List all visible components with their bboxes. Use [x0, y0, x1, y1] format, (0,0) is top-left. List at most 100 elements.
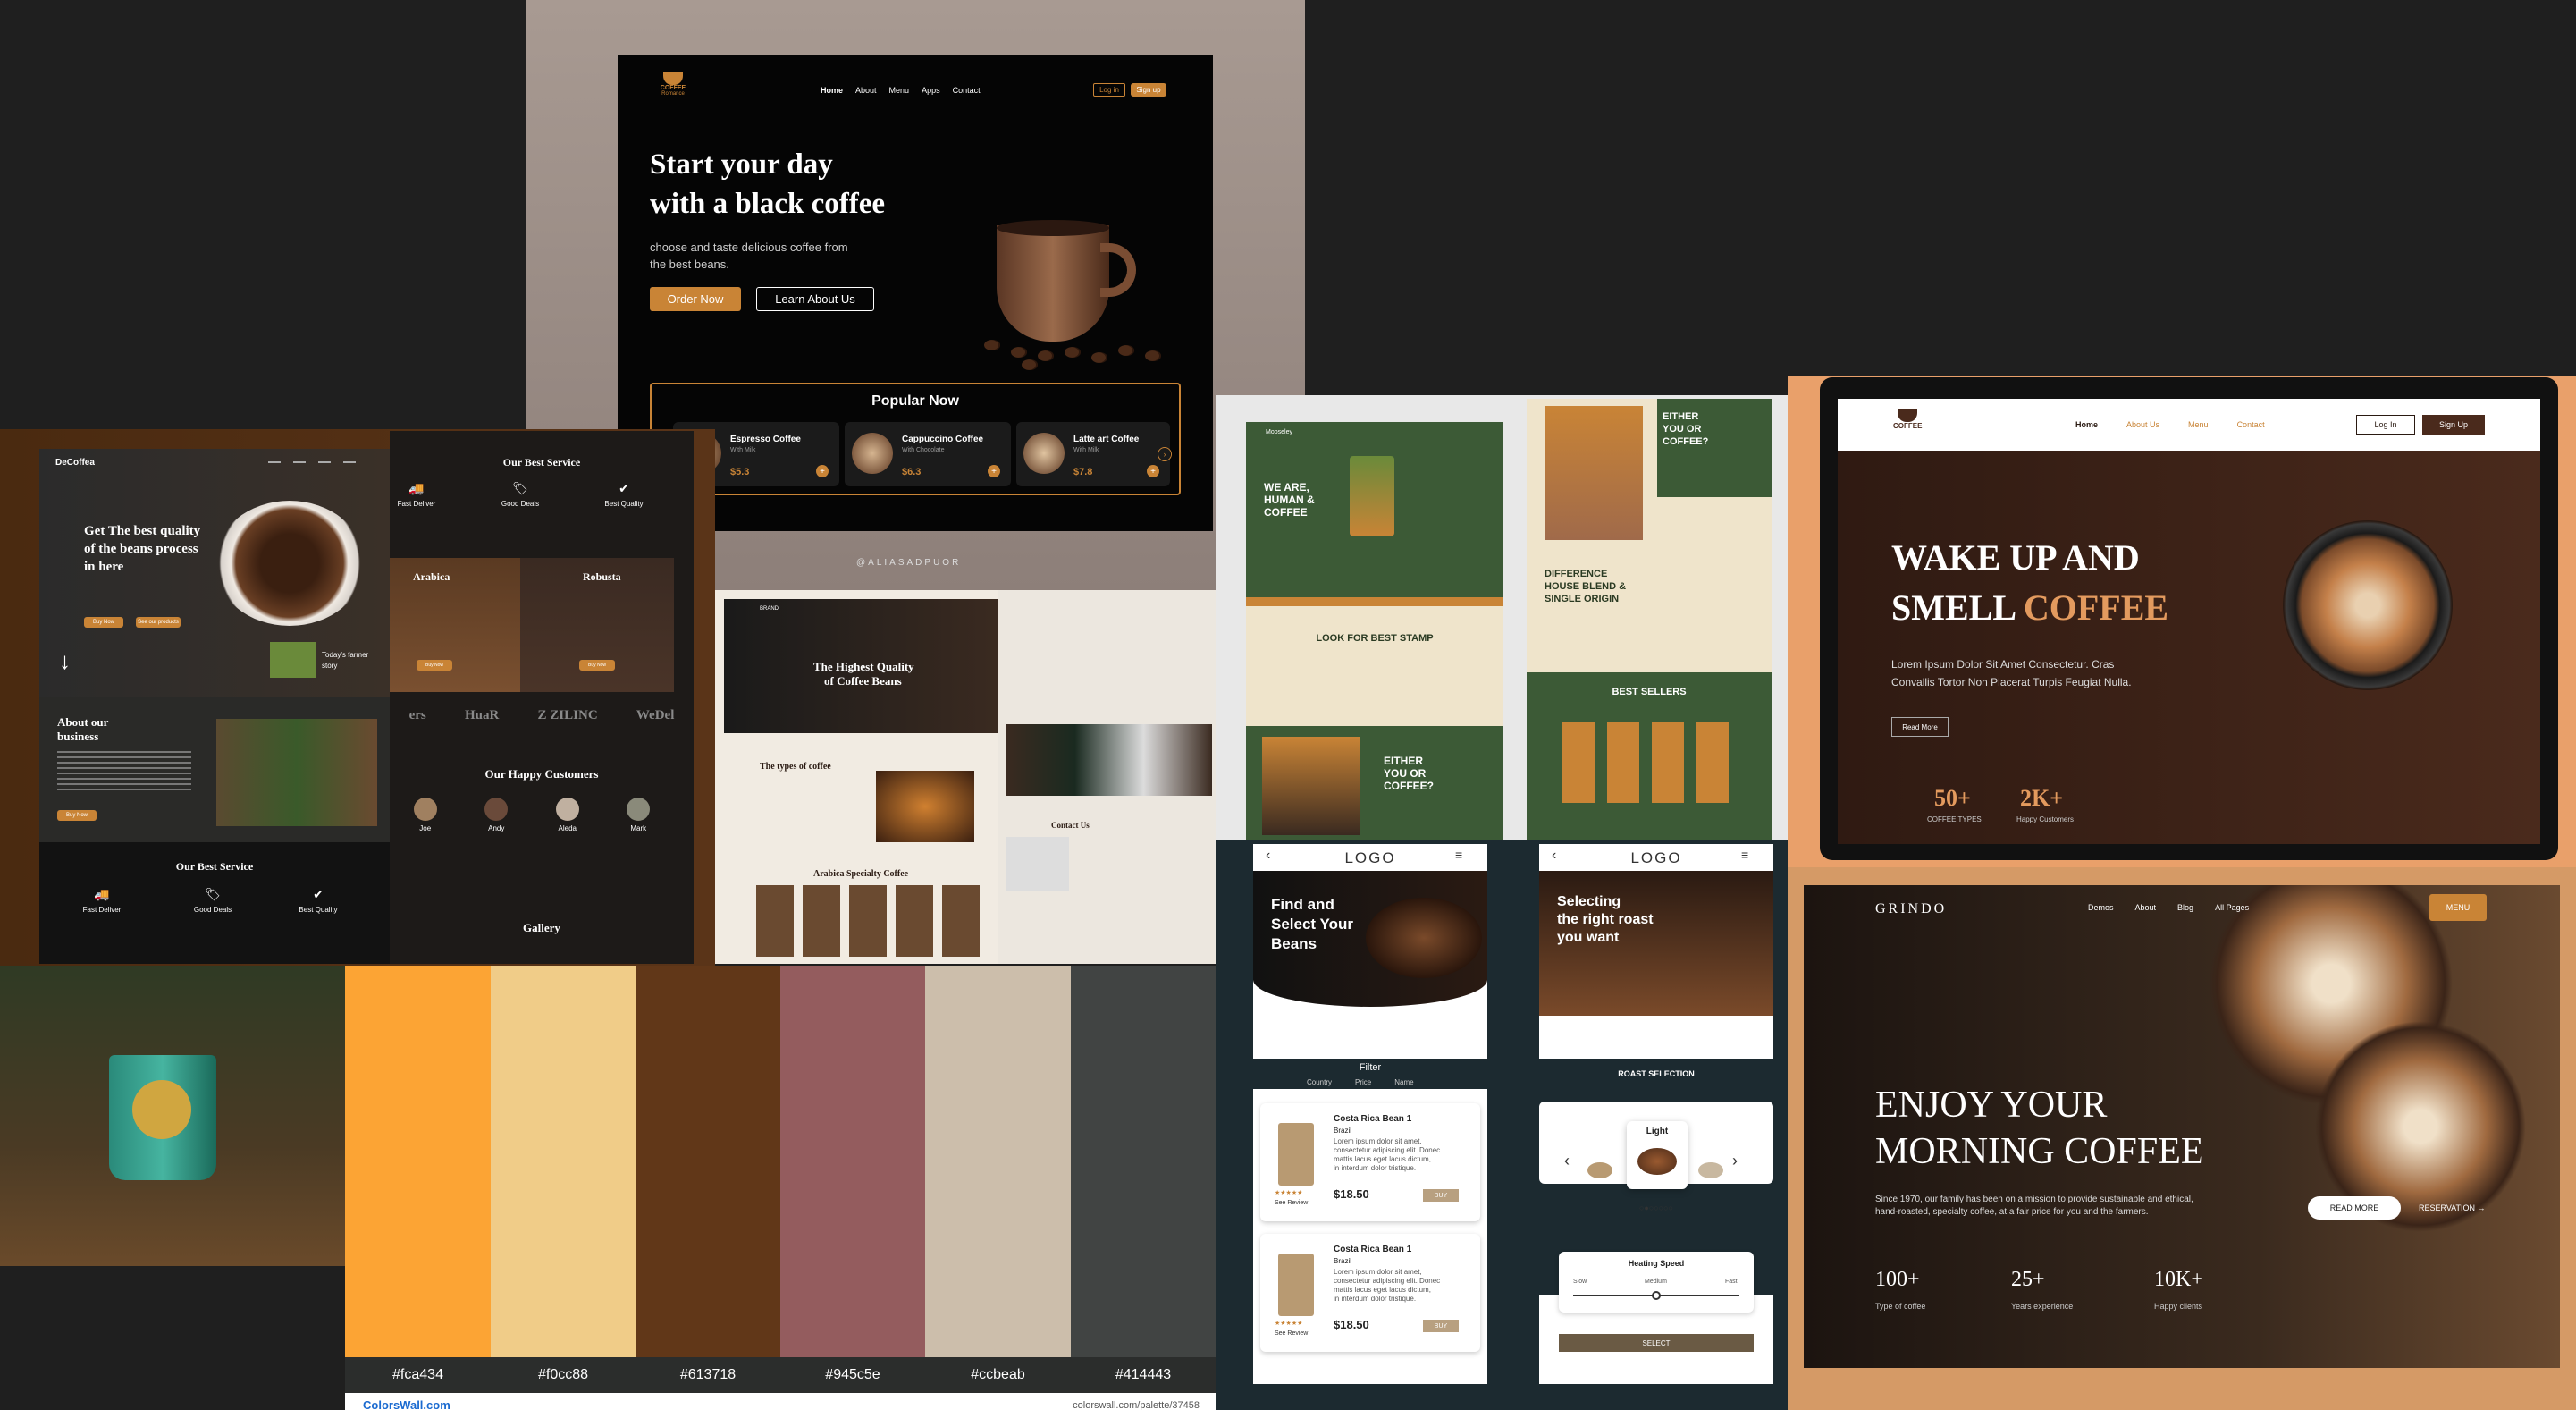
down-arrow-icon[interactable]: ↓	[59, 647, 71, 675]
farmer-story-2: story	[322, 662, 338, 670]
product-name: Costa Rica Bean 1	[1334, 1245, 1412, 1254]
select-button[interactable]: SELECT	[1559, 1334, 1754, 1352]
read-more-button[interactable]: Read More	[1891, 717, 1949, 737]
variety-robusta[interactable]: Robusta Buy Now	[520, 558, 674, 692]
signup-button[interactable]: Sign Up	[2422, 415, 2485, 435]
see-review-link[interactable]: See Review	[1275, 1200, 1308, 1206]
green-brand[interactable]: Mooseley	[1266, 429, 1292, 435]
swatch[interactable]	[925, 966, 1071, 1357]
roast-option-selected[interactable]: Light	[1627, 1121, 1688, 1189]
wakeup-nav: Home About Us Menu Contact	[2075, 420, 2265, 429]
product-desc: in interdum dolor tristique.	[1334, 1295, 1417, 1303]
see-products-button[interactable]: See our products	[136, 617, 181, 628]
nav-about[interactable]: About	[855, 86, 877, 95]
nav-apps[interactable]: Apps	[922, 86, 940, 95]
nav-all-pages[interactable]: All Pages	[2215, 903, 2249, 912]
slider-handle[interactable]	[1652, 1291, 1661, 1300]
decoffea-hero-2: of the beans process	[84, 542, 198, 556]
add-icon[interactable]: +	[988, 465, 1000, 477]
swatch[interactable]	[345, 966, 491, 1357]
headline-accent: COFFEE	[2023, 587, 2169, 628]
roast-option[interactable]	[1698, 1162, 1723, 1178]
nav-blog[interactable]: Blog	[2177, 903, 2193, 912]
menu-icon[interactable]: ≡	[1455, 848, 1462, 862]
product-card[interactable]: Costa Rica Bean 1 Brazil Lorem ipsum dol…	[1260, 1234, 1480, 1352]
filter-price[interactable]: Price	[1355, 1078, 1371, 1086]
nav-home[interactable]: Home	[2075, 420, 2098, 429]
palette-url[interactable]: colorswall.com/palette/37458	[1073, 1400, 1200, 1410]
grindo-brand[interactable]: GRINDO	[1875, 901, 1947, 917]
romance-logo[interactable]: COFFEE Romance	[655, 66, 691, 102]
hero-2: the right roast	[1557, 912, 1654, 927]
bag-image	[1278, 1123, 1314, 1186]
menu-icon[interactable]: ≡	[1741, 848, 1748, 862]
farmer-story-1: Today's farmer	[322, 651, 369, 659]
either-2: YOU OR	[1663, 424, 1702, 435]
menu-button[interactable]: MENU	[2429, 894, 2487, 921]
green-hero-3: COFFEE	[1264, 506, 1308, 519]
buy-button[interactable]: BUY	[1423, 1320, 1459, 1332]
variety-label: Arabica	[413, 570, 450, 583]
either-b-2: YOU OR	[1384, 767, 1427, 780]
swatch[interactable]	[491, 966, 636, 1357]
next-arrow-icon[interactable]: ›	[1158, 447, 1172, 461]
check-icon: ✔	[313, 887, 324, 901]
roast-option[interactable]	[1587, 1162, 1612, 1178]
product-card[interactable]: Costa Rica Bean 1 Brazil Lorem ipsum dol…	[1260, 1103, 1480, 1221]
nav-about[interactable]: About	[2135, 903, 2157, 912]
customer-card: Joe	[413, 798, 437, 832]
heating-title: Heating Speed	[1628, 1259, 1685, 1268]
grindo-headline-2: MORNING COFFEE	[1875, 1131, 2204, 1172]
variety-buy-button[interactable]: Buy Now	[579, 660, 615, 671]
add-icon[interactable]: +	[816, 465, 829, 477]
wakeup-logo[interactable]: COFFEE	[1893, 409, 1922, 430]
read-more-button[interactable]: READ MORE	[2308, 1196, 2401, 1220]
signup-button[interactable]: Sign up	[1131, 83, 1166, 97]
swatch[interactable]	[780, 966, 925, 1357]
wakeup-headline-2: SMELL COFFEE	[1891, 587, 2168, 629]
see-review-link[interactable]: See Review	[1275, 1330, 1308, 1337]
product-card[interactable]: Latte art Coffee With Milk $7.8 +	[1016, 422, 1170, 486]
product-price: $7.8	[1073, 467, 1093, 477]
customer-card: Aleda	[555, 798, 579, 832]
nav-menu[interactable]: Menu	[889, 86, 910, 95]
nav-about[interactable]: About Us	[2126, 420, 2159, 429]
nav-contact[interactable]: Contact	[953, 86, 981, 95]
login-button[interactable]: Log in	[1093, 83, 1125, 97]
order-now-button[interactable]: Order Now	[650, 287, 741, 311]
mobile-left: ‹ LOGO ≡ Find and Select Your Beans Filt…	[1253, 844, 1487, 1384]
variety-buy-button[interactable]: Buy Now	[417, 660, 452, 671]
variety-arabica[interactable]: Arabica Buy Now	[390, 558, 520, 692]
product-card[interactable]: Cappuccino Coffee With Chocolate $6.3 +	[845, 422, 1011, 486]
product-name: Cappuccino Coffee	[902, 435, 984, 444]
palette: #fca434 #f0cc88 #613718 #945c5e #ccbeab …	[345, 966, 1216, 1410]
add-icon[interactable]: +	[1147, 465, 1159, 477]
filter-country[interactable]: Country	[1307, 1078, 1332, 1086]
nav-menu[interactable]: Menu	[2188, 420, 2209, 429]
buy-button[interactable]: BUY	[1423, 1189, 1459, 1202]
stat-1-value: 100+	[1875, 1268, 1920, 1291]
reservation-link[interactable]: RESERVATION →	[2419, 1203, 2486, 1212]
beans-types-image	[876, 771, 974, 842]
filter-name[interactable]: Name	[1394, 1078, 1413, 1086]
swatch[interactable]	[636, 966, 780, 1357]
nav-home[interactable]: Home	[821, 86, 843, 95]
product-name: Costa Rica Bean 1	[1334, 1114, 1412, 1124]
about-buy-button[interactable]: Buy Now	[57, 810, 97, 821]
truck-icon: 🚚	[408, 481, 425, 495]
nav-demos[interactable]: Demos	[2088, 903, 2114, 912]
farmer-story-card[interactable]: Today's farmer story	[270, 642, 370, 678]
next-icon[interactable]: ›	[1732, 1152, 1738, 1170]
decoffea-brand[interactable]: DeCoffea	[55, 458, 95, 468]
truck-icon: 🚚	[94, 887, 110, 901]
nav-contact[interactable]: Contact	[2237, 420, 2265, 429]
prev-icon[interactable]: ‹	[1564, 1152, 1570, 1170]
swatch[interactable]	[1071, 966, 1216, 1357]
palette-site-link[interactable]: ColorsWall.com	[363, 1398, 450, 1410]
learn-about-button[interactable]: Learn About Us	[756, 287, 874, 311]
beans-brand[interactable]: BRAND	[760, 606, 779, 612]
buy-now-button[interactable]: Buy Now	[84, 617, 123, 628]
wakeup-body-1: Lorem Ipsum Dolor Sit Amet Consectetur. …	[1891, 658, 2115, 671]
tag-icon: 🏷	[205, 887, 221, 901]
login-button[interactable]: Log In	[2356, 415, 2415, 435]
